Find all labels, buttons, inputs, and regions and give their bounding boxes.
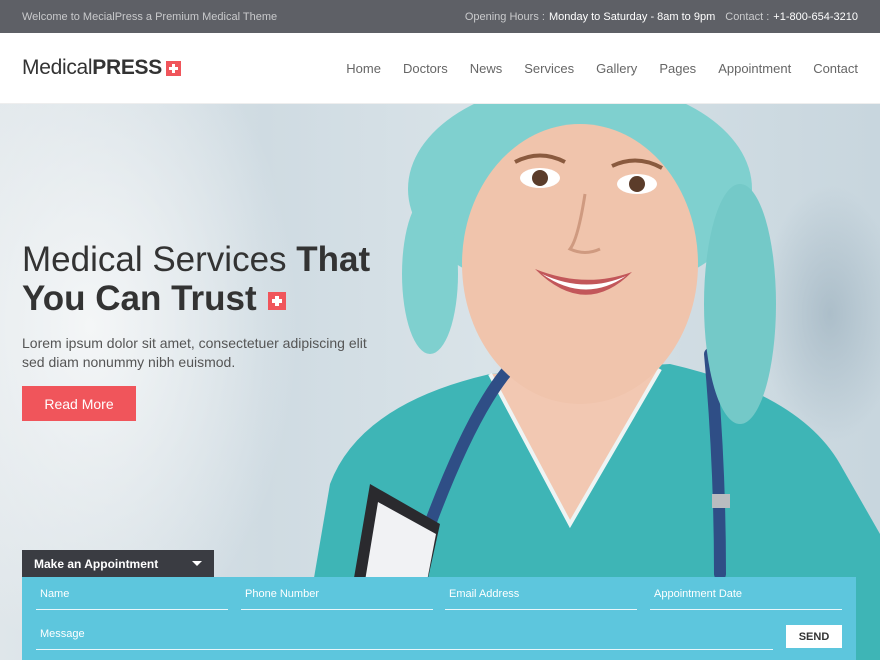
nav-contact[interactable]: Contact (813, 61, 858, 76)
main-nav: Home Doctors News Services Gallery Pages… (346, 61, 858, 76)
logo-text-light: Medical (22, 56, 93, 79)
appointment-tab[interactable]: Make an Appointment (22, 550, 214, 577)
appointment-date-field[interactable]: Appointment Date (650, 586, 842, 610)
site-header: Medical PRESS Home Doctors News Services… (0, 33, 880, 104)
email-field[interactable]: Email Address (445, 586, 637, 610)
date-placeholder: Appointment Date (654, 588, 743, 600)
welcome-text: Welcome to MecialPress a Premium Medical… (22, 10, 278, 23)
message-placeholder: Message (40, 628, 85, 640)
logo-text-bold: PRESS (92, 56, 162, 79)
nav-news[interactable]: News (470, 61, 503, 76)
top-contact-info: Opening Hours : Monday to Saturday - 8am… (465, 11, 858, 23)
nav-services[interactable]: Services (524, 61, 574, 76)
email-placeholder: Email Address (449, 588, 520, 600)
hero-title-strong-1: That (296, 240, 371, 279)
hours-label: Opening Hours : (464, 10, 545, 23)
contact-label: Contact : (725, 10, 770, 23)
name-field[interactable]: Name (36, 586, 228, 610)
hero-title-strong-2: You Can Trust (22, 279, 257, 318)
chevron-down-icon (192, 561, 202, 566)
nav-home[interactable]: Home (346, 61, 381, 76)
nav-appointment[interactable]: Appointment (718, 61, 791, 76)
medical-cross-icon (268, 291, 287, 310)
hero-title: Medical Services That You Can Trust (22, 240, 422, 318)
phone-field[interactable]: Phone Number (241, 586, 433, 610)
read-more-button[interactable]: Read More (22, 386, 136, 421)
contact-phone[interactable]: +1-800-654-3210 (773, 11, 858, 23)
nav-doctors[interactable]: Doctors (403, 61, 448, 76)
hero-title-light: Medical Services (22, 240, 297, 279)
nav-pages[interactable]: Pages (659, 61, 696, 76)
appointment-tab-label: Make an Appointment (34, 556, 159, 571)
message-field[interactable]: Message (36, 626, 773, 650)
send-button[interactable]: SEND (786, 625, 842, 648)
medical-cross-icon (165, 60, 181, 76)
nav-gallery[interactable]: Gallery (596, 61, 637, 76)
name-placeholder: Name (40, 588, 70, 600)
top-info-bar: Welcome to MecialPress a Premium Medical… (0, 0, 880, 33)
hero-description: Lorem ipsum dolor sit amet, consectetuer… (22, 335, 367, 370)
phone-placeholder: Phone Number (245, 588, 319, 600)
hours-value: Monday to Saturday - 8am to 9pm (548, 10, 716, 23)
appointment-form: Name Phone Number Email Address Appointm… (22, 577, 856, 660)
site-logo[interactable]: Medical PRESS (22, 56, 181, 80)
